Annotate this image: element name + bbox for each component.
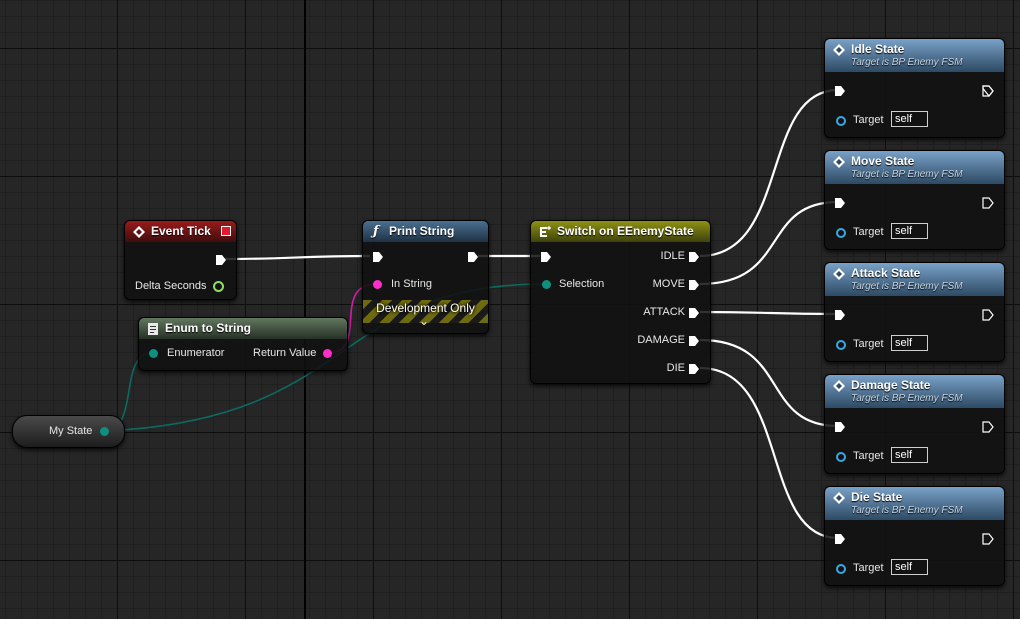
selection-label: Selection — [559, 278, 605, 290]
call-node-subtitle: Target is BP Enemy FSM — [851, 281, 963, 292]
development-only-label: Development Only — [376, 301, 475, 315]
target-self-field[interactable]: self — [891, 335, 928, 351]
switch-output-damage-row: DAMAGE — [637, 332, 685, 348]
my-state-pin[interactable] — [100, 427, 109, 436]
event-tick-node[interactable]: Event Tick Delta Seconds — [124, 220, 237, 300]
return-value-pin-row: Return Value — [253, 345, 316, 361]
call-function-icon — [833, 380, 845, 392]
event-stop-icon — [221, 226, 231, 236]
call-node-header: Damage State Target is BP Enemy FSM — [825, 375, 1004, 408]
switch-title: Switch on EEnemyState — [557, 224, 694, 238]
exec-wire-move — [699, 200, 839, 286]
in-string-pin[interactable] — [373, 280, 382, 289]
call-node-title: Attack State — [851, 266, 921, 280]
function-icon: ƒ — [373, 224, 379, 239]
target-label: Target — [853, 562, 884, 574]
event-tick-header: Event Tick — [125, 221, 236, 242]
target-pin[interactable] — [836, 228, 846, 238]
target-pin-row: Target — [853, 336, 884, 352]
call-function-icon — [833, 268, 845, 280]
target-pin[interactable] — [836, 452, 846, 462]
switch-output-label: IDLE — [660, 250, 685, 262]
enumerator-label: Enumerator — [167, 347, 225, 359]
call-node-header: Move State Target is BP Enemy FSM — [825, 151, 1004, 184]
switch-enum-icon — [540, 226, 551, 237]
call-node-subtitle: Target is BP Enemy FSM — [851, 57, 963, 68]
call-node-subtitle: Target is BP Enemy FSM — [851, 393, 963, 404]
call-node-subtitle: Target is BP Enemy FSM — [851, 505, 963, 516]
enumerator-pin-row: Enumerator — [167, 345, 224, 361]
delta-seconds-label: Delta Seconds — [135, 280, 207, 292]
call-node-header: Idle State Target is BP Enemy FSM — [825, 39, 1004, 72]
target-label: Target — [853, 114, 884, 126]
print-string-title: Print String — [389, 224, 455, 238]
switch-output-label: DIE — [666, 362, 685, 374]
graph-origin-axis — [304, 0, 306, 619]
target-pin-row: Target — [853, 112, 884, 128]
in-string-pin-row: In String — [391, 276, 432, 292]
call-node-title: Idle State — [851, 42, 905, 56]
switch-output-attack-row: ATTACK — [643, 304, 685, 320]
switch-output-label: MOVE — [652, 278, 685, 290]
target-self-field[interactable]: self — [891, 111, 928, 127]
target-label: Target — [853, 338, 884, 350]
target-label: Target — [853, 226, 884, 238]
exec-wire-idle — [699, 88, 839, 258]
call-function-icon — [833, 492, 845, 504]
delta-seconds-pin-row: Delta Seconds — [135, 278, 207, 294]
target-pin[interactable] — [836, 564, 846, 574]
switch-node[interactable]: Switch on EEnemyState Selection IDLE MOV… — [530, 220, 711, 384]
damage-state-node[interactable]: Damage State Target is BP Enemy FSM Targ… — [824, 374, 1005, 474]
return-value-pin[interactable] — [323, 349, 332, 358]
selection-pin[interactable] — [542, 280, 551, 289]
delta-seconds-pin[interactable] — [213, 281, 224, 292]
enumerator-pin[interactable] — [149, 349, 158, 358]
print-string-node[interactable]: ƒ Print String In String Development Onl… — [362, 220, 489, 334]
target-pin-row: Target — [853, 560, 884, 576]
print-string-header: ƒ Print String — [363, 221, 488, 242]
die-state-node[interactable]: Die State Target is BP Enemy FSM Target … — [824, 486, 1005, 586]
selection-pin-row: Selection — [559, 276, 604, 292]
switch-output-label: ATTACK — [643, 306, 685, 318]
target-pin[interactable] — [836, 340, 846, 350]
return-value-label: Return Value — [253, 347, 317, 359]
call-node-title: Die State — [851, 490, 903, 504]
target-pin-row: Target — [853, 448, 884, 464]
call-node-title: Damage State — [851, 378, 931, 392]
target-pin[interactable] — [836, 116, 846, 126]
call-function-icon — [833, 156, 845, 168]
exec-wire-die — [699, 366, 839, 540]
move-state-node[interactable]: Move State Target is BP Enemy FSM Target… — [824, 150, 1005, 250]
target-self-field[interactable]: self — [891, 223, 928, 239]
my-state-label: My State — [49, 425, 93, 437]
target-label: Target — [853, 450, 884, 462]
switch-header: Switch on EEnemyState — [531, 221, 710, 242]
call-node-subtitle: Target is BP Enemy FSM — [851, 169, 963, 180]
call-node-header: Die State Target is BP Enemy FSM — [825, 487, 1004, 520]
exec-wire-damage — [699, 338, 839, 428]
switch-output-die-row: DIE — [667, 360, 685, 376]
call-node-header: Attack State Target is BP Enemy FSM — [825, 263, 1004, 296]
target-self-field[interactable]: self — [891, 447, 928, 463]
my-state-variable-node[interactable]: My State — [12, 415, 125, 448]
target-self-field[interactable]: self — [891, 559, 928, 575]
event-tick-title: Event Tick — [151, 224, 211, 238]
switch-output-move-row: MOVE — [653, 276, 685, 292]
call-function-icon — [833, 44, 845, 56]
switch-output-label: DAMAGE — [637, 334, 685, 346]
enum-to-string-title: Enum to String — [165, 321, 251, 335]
enum-to-string-node[interactable]: Enum to String Enumerator Return Value — [138, 317, 348, 371]
call-node-title: Move State — [851, 154, 915, 168]
exec-wire-attack — [699, 310, 839, 316]
event-diamond-icon — [133, 226, 145, 238]
attack-state-node[interactable]: Attack State Target is BP Enemy FSM Targ… — [824, 262, 1005, 362]
expand-chevron-icon[interactable]: ⌄ — [419, 315, 429, 327]
idle-state-node[interactable]: Idle State Target is BP Enemy FSM Target… — [824, 38, 1005, 138]
document-icon — [148, 323, 158, 335]
switch-output-idle-row: IDLE — [661, 248, 685, 264]
target-pin-row: Target — [853, 224, 884, 240]
in-string-label: In String — [391, 278, 432, 290]
enum-to-string-header: Enum to String — [139, 318, 347, 339]
exec-wire-tick-to-print — [224, 254, 371, 261]
